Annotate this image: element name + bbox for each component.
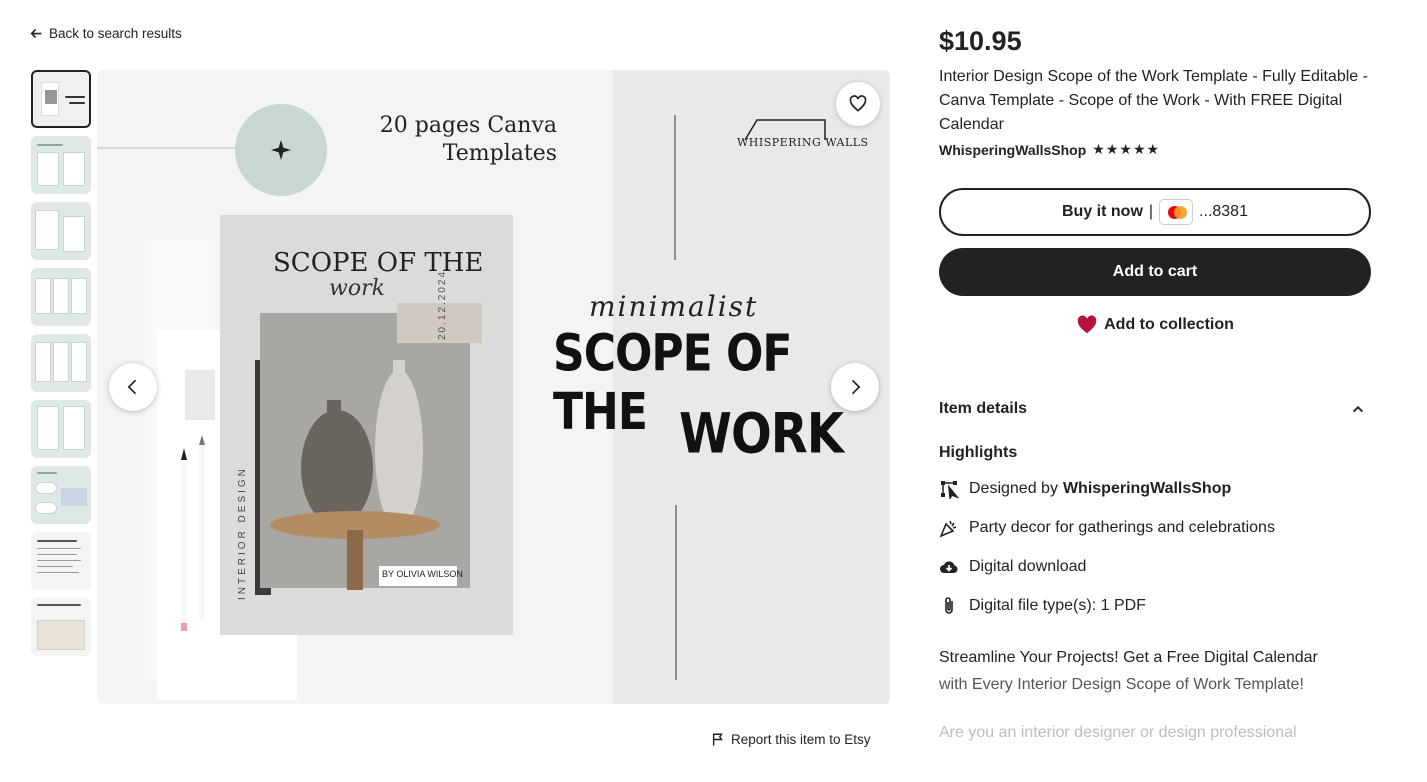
cover-script: work bbox=[329, 276, 385, 301]
thumbnail-1[interactable] bbox=[31, 70, 91, 128]
description-fade-line: Are you an interior designer or design p… bbox=[939, 724, 1297, 741]
cover-title: SCOPE OF THE bbox=[273, 248, 484, 278]
star-icon: ★ bbox=[1105, 141, 1119, 157]
brand-logo-text: WHISPERING WALLS bbox=[737, 136, 869, 149]
star-icon: ★ bbox=[1132, 141, 1146, 157]
pages-line-1: 20 pages Canva bbox=[379, 113, 557, 138]
star-icon: ★ bbox=[1119, 141, 1132, 157]
add-to-cart-button[interactable]: Add to cart bbox=[939, 248, 1371, 296]
previous-image-button[interactable] bbox=[109, 363, 157, 411]
designed-by-prefix: Designed by bbox=[969, 479, 1058, 497]
heart-outline-icon bbox=[849, 95, 867, 112]
highlight-designed-by: Designed by WhisperingWallsShop bbox=[939, 476, 1371, 501]
designed-by-shop-link[interactable]: WhisperingWallsShop bbox=[1063, 480, 1231, 498]
item-details-toggle[interactable]: Item details bbox=[939, 400, 1371, 418]
add-to-collection-label: Add to collection bbox=[1104, 316, 1234, 333]
party-decor-text: Party decor for gatherings and celebrati… bbox=[969, 518, 1275, 536]
flag-icon bbox=[712, 733, 723, 746]
thumbnail-4[interactable] bbox=[31, 268, 91, 326]
add-to-collection-button[interactable]: Add to collection bbox=[939, 314, 1371, 336]
cover-side-text: INTERIOR DESIGN bbox=[237, 466, 248, 600]
canva-pages-heading: 20 pages Canva Templates bbox=[347, 112, 557, 168]
shop-rating-line: WhisperingWallsShop ★ ★ ★ ★ ★ bbox=[939, 141, 1371, 158]
pages-line-2: Templates bbox=[442, 141, 557, 166]
star-icon: ★ bbox=[1092, 141, 1105, 157]
star-icon: ★ bbox=[1146, 141, 1160, 157]
back-label: Back to search results bbox=[49, 26, 182, 41]
thumbnail-3[interactable] bbox=[31, 202, 91, 260]
next-image-button[interactable] bbox=[831, 363, 879, 411]
report-label: Report this item to Etsy bbox=[731, 732, 871, 747]
heart-filled-icon bbox=[1077, 315, 1097, 334]
description-line-2: with Every Interior Design Scope of Work… bbox=[939, 676, 1304, 693]
description-line-1: Streamline Your Projects! Get a Free Dig… bbox=[939, 649, 1318, 666]
product-info-panel: $10.95 Interior Design Scope of the Work… bbox=[939, 26, 1371, 742]
thumbnail-7[interactable] bbox=[31, 466, 91, 524]
highlight-party-decor: Party decor for gatherings and celebrati… bbox=[939, 515, 1371, 540]
highlights-title: Highlights bbox=[939, 444, 1018, 461]
thumbnail-6[interactable] bbox=[31, 400, 91, 458]
thumbnail-8[interactable] bbox=[31, 532, 91, 590]
party-popper-icon bbox=[939, 520, 957, 537]
chevron-right-icon bbox=[851, 379, 861, 395]
cover-author: BY OLIVIA WILSON bbox=[382, 569, 463, 579]
back-to-search-link[interactable]: Back to search results bbox=[30, 26, 182, 41]
highlight-file-types: Digital file type(s): 1 PDF bbox=[939, 593, 1371, 618]
card-last-digits: ...8381 bbox=[1199, 203, 1248, 220]
favorite-button[interactable] bbox=[836, 82, 880, 126]
chevron-left-icon bbox=[127, 379, 137, 395]
mastercard-icon bbox=[1159, 199, 1194, 225]
thumbnail-9[interactable] bbox=[31, 598, 91, 656]
product-title: Interior Design Scope of the Work Templa… bbox=[939, 68, 1368, 133]
chevron-up-icon bbox=[1352, 405, 1364, 413]
report-item-link[interactable]: Report this item to Etsy bbox=[711, 732, 871, 747]
buy-now-separator: | bbox=[1148, 203, 1154, 220]
big-title-line-2: WORK bbox=[679, 401, 844, 467]
shop-name-link[interactable]: WhisperingWallsShop bbox=[939, 142, 1086, 158]
design-tool-icon bbox=[941, 480, 959, 499]
paperclip-icon bbox=[945, 596, 953, 614]
cloud-download-icon bbox=[940, 560, 958, 573]
digital-download-text: Digital download bbox=[969, 557, 1087, 575]
minimalist-script: minimalist bbox=[589, 290, 759, 323]
arrow-left-icon bbox=[30, 28, 42, 39]
file-types-text: Digital file type(s): 1 PDF bbox=[969, 596, 1146, 614]
price: $10.95 bbox=[939, 26, 1022, 56]
thumbnail-2[interactable] bbox=[31, 136, 91, 194]
rating-stars: ★ ★ ★ ★ ★ bbox=[1092, 141, 1159, 158]
thumbnail-5[interactable] bbox=[31, 334, 91, 392]
cover-date: 20.12.2024 bbox=[437, 269, 448, 340]
description: Streamline Your Projects! Get a Free Dig… bbox=[939, 644, 1371, 698]
thumbnail-strip bbox=[31, 70, 91, 664]
buy-it-now-button[interactable]: Buy it now | ...8381 bbox=[939, 188, 1371, 236]
buy-now-label: Buy it now bbox=[1062, 203, 1143, 220]
main-product-image: 20 pages Canva Templates WHISPERING WALL… bbox=[97, 70, 890, 704]
highlight-digital-download: Digital download bbox=[939, 554, 1371, 579]
item-details-header: Item details bbox=[939, 400, 1028, 417]
